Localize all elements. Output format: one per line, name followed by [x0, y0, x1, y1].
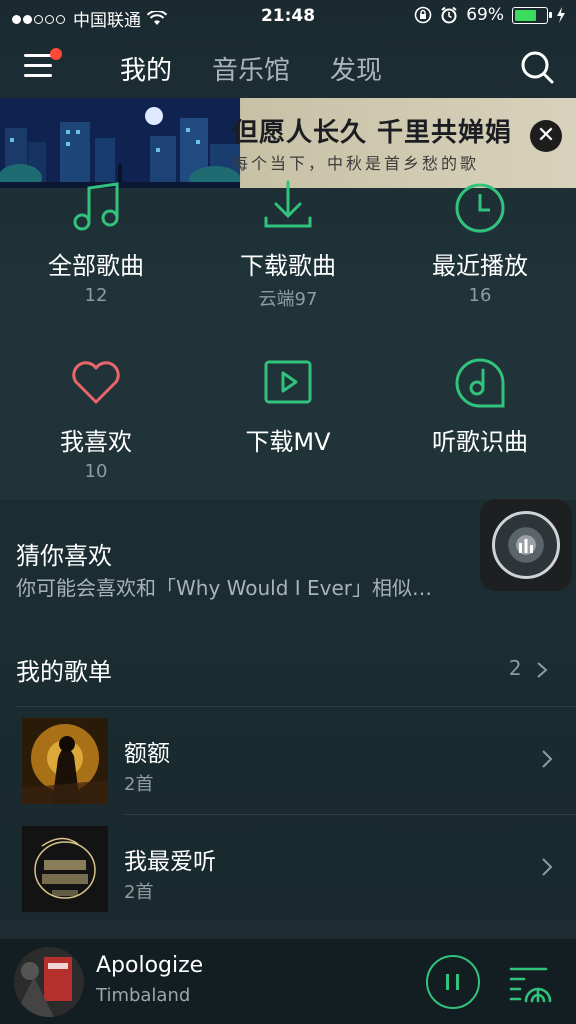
- chevron-right-icon: [542, 750, 553, 768]
- recent-play-item[interactable]: 最近播放 16: [384, 178, 576, 306]
- heart-icon: [72, 361, 120, 404]
- downloaded-songs-count: 云端97: [258, 289, 318, 310]
- status-right: 69%: [414, 5, 566, 25]
- playlists-title: 我的歌单: [16, 658, 112, 686]
- clock-icon: [455, 183, 505, 233]
- guess-title: 猜你喜欢: [16, 542, 112, 570]
- song-title: Apologize: [96, 953, 204, 978]
- download-icon: [264, 180, 312, 228]
- battery-icon: [512, 6, 552, 24]
- battery-percent: 69%: [466, 5, 504, 25]
- favorites-label: 我喜欢: [60, 428, 132, 456]
- favorites-count: 10: [84, 461, 108, 482]
- chevron-right-icon: [537, 661, 548, 678]
- tab-discover[interactable]: 发现: [330, 50, 382, 87]
- album-art: [14, 947, 84, 1017]
- chevron-right-icon: [542, 858, 553, 876]
- alarm-icon: [441, 6, 457, 24]
- download-mv-label: 下载MV: [245, 428, 331, 456]
- promo-banner[interactable]: 但愿人长久 千里共婵娟 每个当下，中秋是首乡愁的歌 ✕: [0, 98, 576, 188]
- night-city-illustration: [0, 98, 240, 188]
- pause-button[interactable]: [426, 955, 480, 1009]
- downloaded-songs-label: 下载歌曲: [240, 252, 336, 280]
- top-nav: 我的 音乐馆 发现: [0, 40, 576, 96]
- floating-player-widget[interactable]: [480, 499, 572, 591]
- playlist-name: 额额: [124, 741, 170, 767]
- tab-music-hall[interactable]: 音乐馆: [212, 50, 290, 87]
- menu-button[interactable]: [24, 48, 62, 80]
- recent-play-label: 最近播放: [432, 252, 528, 280]
- artist-name: Timbaland: [96, 985, 191, 1006]
- downloaded-songs-item[interactable]: 下载歌曲 云端97: [192, 178, 384, 311]
- charging-icon: [557, 7, 565, 23]
- all-songs-count: 12: [84, 285, 108, 306]
- playlist-queue-icon[interactable]: [508, 961, 554, 1007]
- playlist-item[interactable]: 额额 2首: [0, 708, 576, 814]
- video-play-icon: [264, 360, 312, 404]
- equalizer-icon: [519, 539, 533, 553]
- playlist-song-count: 2首: [124, 882, 154, 903]
- playlist-item[interactable]: 我最爱听 2首: [0, 816, 576, 922]
- favorites-item[interactable]: 我喜欢 10: [0, 354, 192, 482]
- recent-play-count: 16: [468, 285, 492, 306]
- playlists-count-link[interactable]: 2: [509, 656, 548, 680]
- tab-mine[interactable]: 我的: [120, 50, 172, 87]
- status-bar: 中国联通 21:48 69%: [0, 0, 576, 34]
- my-playlists-section: 我的歌单 2 额额 2首 我最爱听 2首: [0, 628, 576, 920]
- all-songs-label: 全部歌曲: [48, 252, 144, 280]
- banner-close-button[interactable]: ✕: [530, 120, 562, 152]
- notification-dot: [50, 48, 62, 60]
- playlist-cover-image: [22, 718, 108, 804]
- pause-icon: [446, 974, 449, 990]
- guess-description: 你可能会喜欢和「Why Would I Ever」相似…: [16, 576, 433, 600]
- banner-title: 但愿人长久 千里共婵娟: [232, 118, 513, 148]
- mini-player[interactable]: Apologize Timbaland: [0, 938, 576, 1024]
- music-note-icon: [73, 182, 119, 231]
- my-music-grid: 全部歌曲 12 下载歌曲 云端97 最近播放 16 我喜欢 10 下载MV 听歌…: [0, 180, 576, 498]
- battery-fill: [515, 9, 536, 21]
- recognize-song-label: 听歌识曲: [432, 428, 528, 456]
- download-mv-item[interactable]: 下载MV: [192, 354, 384, 457]
- recognize-song-item[interactable]: 听歌识曲: [384, 354, 576, 457]
- all-songs-item[interactable]: 全部歌曲 12: [0, 178, 192, 306]
- playlist-cover-image: [22, 826, 108, 912]
- playlist-name: 我最爱听: [124, 849, 216, 875]
- divider: [16, 706, 576, 707]
- banner-subtitle: 每个当下，中秋是首乡愁的歌: [232, 154, 480, 173]
- menu-icon: [24, 54, 52, 57]
- divider: [124, 814, 576, 815]
- recognize-music-icon: [455, 358, 505, 408]
- playlists-count: 2: [508, 656, 522, 680]
- rotation-lock-icon: [414, 6, 432, 24]
- tab-bar: 我的 音乐馆 发现: [120, 50, 382, 87]
- search-icon[interactable]: [520, 50, 554, 84]
- playlist-song-count: 2首: [124, 774, 154, 795]
